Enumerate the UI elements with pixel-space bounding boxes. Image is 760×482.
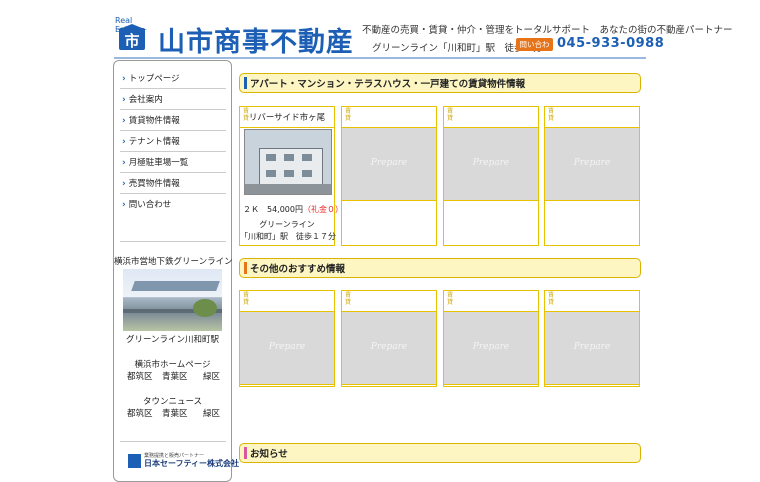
property-line: グリーンライン — [259, 220, 315, 229]
subway-title[interactable]: 横浜市営地下鉄グリーンライン — [114, 255, 233, 267]
placeholder-image: Prepare — [240, 312, 334, 385]
nav-divider — [120, 109, 226, 110]
placeholder-image: Prepare — [545, 128, 639, 201]
town-news-label: タウンニュース — [142, 397, 203, 407]
rental-tag: 賃貸 — [243, 292, 250, 306]
key-money-note: （礼金０） — [303, 205, 343, 214]
placeholder-image: Prepare — [444, 312, 538, 385]
property-card[interactable]: 賃貸 リバーサイド市ヶ尾 ２Ｋ 54,000円（礼金０） グリーンライン 「川和… — [239, 106, 343, 246]
chevron-right-icon: › — [122, 116, 126, 126]
nav-divider — [120, 193, 226, 194]
header-divider — [114, 57, 646, 59]
rental-section-header: アパート・マンション・テラスハウス・一戸建ての賃貸物件情報 — [239, 73, 641, 93]
news-link-midori[interactable]: 緑区 — [203, 407, 220, 419]
section-marker — [244, 77, 247, 89]
logo-badge: 市 — [119, 28, 145, 50]
notice-section-header: お知らせ — [239, 443, 641, 463]
chevron-right-icon: › — [122, 200, 126, 210]
news-link-aoba[interactable]: 青葉区 — [162, 407, 188, 419]
section-divider — [120, 441, 226, 442]
company-logo[interactable]: Real Estate 市 — [115, 16, 151, 52]
property-card-placeholder[interactable]: 賃貸 Prepare — [544, 106, 640, 246]
chevron-right-icon: › — [122, 158, 126, 168]
prepare-label: Prepare — [573, 158, 611, 168]
station-caption[interactable]: グリーンライン川和町駅 — [114, 333, 231, 345]
rental-tag: 賃貸 — [447, 108, 454, 122]
recommend-card-placeholder[interactable]: 賃貸 Prepare — [544, 290, 640, 387]
recommend-card-placeholder[interactable]: 賃貸 Prepare — [341, 290, 437, 387]
sidebar-item-tenant[interactable]: › テナント情報 — [122, 135, 180, 147]
station-image[interactable] — [123, 269, 222, 331]
recommend-section-header: その他のおすすめ情報 — [239, 258, 641, 278]
sidebar: › トップページ › 会社案内 › 賃貸物件情報 › テナント情報 › 月極駐車場一覧 ›… — [113, 60, 239, 482]
prepare-label: Prepare — [370, 158, 408, 168]
header-tagline: 不動産の売買・賃貸・仲介・管理をトータルサポート あなたの街の不動産パートナー — [362, 25, 733, 36]
ward-link-tsuzuki[interactable]: 都筑区 — [127, 370, 153, 382]
nav-divider — [120, 151, 226, 152]
recommend-section-title: その他のおすすめ情報 — [250, 264, 346, 275]
property-card-placeholder[interactable]: 賃貸 Prepare — [443, 106, 539, 246]
nav-divider — [120, 172, 226, 173]
news-link-tsuzuki[interactable]: 都筑区 — [127, 407, 153, 419]
prepare-label: Prepare — [472, 158, 510, 168]
section-marker — [244, 447, 247, 459]
nav-divider — [120, 130, 226, 131]
placeholder-image: Prepare — [342, 128, 436, 201]
prepare-label: Prepare — [472, 342, 510, 352]
chevron-right-icon: › — [122, 179, 126, 189]
phone-number[interactable]: 045-933-0988 — [557, 36, 664, 51]
rental-tag: 賃貸 — [548, 108, 555, 122]
sidebar-item-rental[interactable]: › 賃貸物件情報 — [122, 114, 180, 126]
company-name[interactable]: 山市商事不動産 — [158, 20, 354, 59]
sidebar-item-parking[interactable]: › 月極駐車場一覧 — [122, 156, 188, 168]
section-marker — [244, 262, 247, 274]
partner-logo-icon — [128, 454, 141, 468]
chevron-right-icon: › — [122, 74, 126, 84]
prepare-label: Prepare — [370, 342, 408, 352]
rental-tag: 賃貸 — [548, 292, 555, 306]
placeholder-image: Prepare — [342, 312, 436, 385]
prepare-label: Prepare — [573, 342, 611, 352]
sidebar-item-top[interactable]: › トップページ — [122, 72, 180, 84]
chevron-right-icon: › — [122, 137, 126, 147]
rental-tag: 賃貸 — [345, 292, 352, 306]
notice-section-title: お知らせ — [250, 449, 288, 460]
rental-tag: 賃貸 — [345, 108, 352, 122]
property-name[interactable]: リバーサイド市ヶ尾 — [240, 111, 334, 123]
prepare-label: Prepare — [268, 342, 306, 352]
property-price: ２Ｋ 54,000円（礼金０） — [243, 205, 343, 214]
recommend-card-placeholder[interactable]: 賃貸 Prepare — [443, 290, 539, 387]
property-photo[interactable] — [244, 129, 332, 195]
placeholder-image: Prepare — [444, 128, 538, 201]
rental-section-title: アパート・マンション・テラスハウス・一戸建ての賃貸物件情報 — [250, 79, 526, 90]
rental-tag: 賃貸 — [447, 292, 454, 306]
chevron-right-icon: › — [122, 95, 126, 105]
property-card-placeholder[interactable]: 賃貸 Prepare — [341, 106, 437, 246]
recommend-card-placeholder[interactable]: 賃貸 Prepare — [239, 290, 335, 387]
placeholder-image: Prepare — [545, 312, 639, 385]
partner-logo[interactable]: 業務提携と販売パートナー 日本セーフティー株式会社 — [128, 453, 239, 472]
nav-divider — [120, 88, 226, 89]
contact-badge[interactable]: 問い合わせ — [516, 38, 553, 62]
sidebar-item-company[interactable]: › 会社案内 — [122, 93, 163, 105]
property-access: 「川和町」駅 徒歩１７分 — [240, 232, 336, 241]
ward-link-midori[interactable]: 緑区 — [203, 370, 220, 382]
sidebar-item-sales[interactable]: › 売買物件情報 — [122, 177, 180, 189]
section-divider — [120, 241, 226, 242]
sidebar-item-inquiry[interactable]: › 問い合わせ — [122, 198, 171, 210]
ward-link-aoba[interactable]: 青葉区 — [162, 370, 188, 382]
city-homepage-label: 横浜市ホームページ — [134, 360, 211, 370]
